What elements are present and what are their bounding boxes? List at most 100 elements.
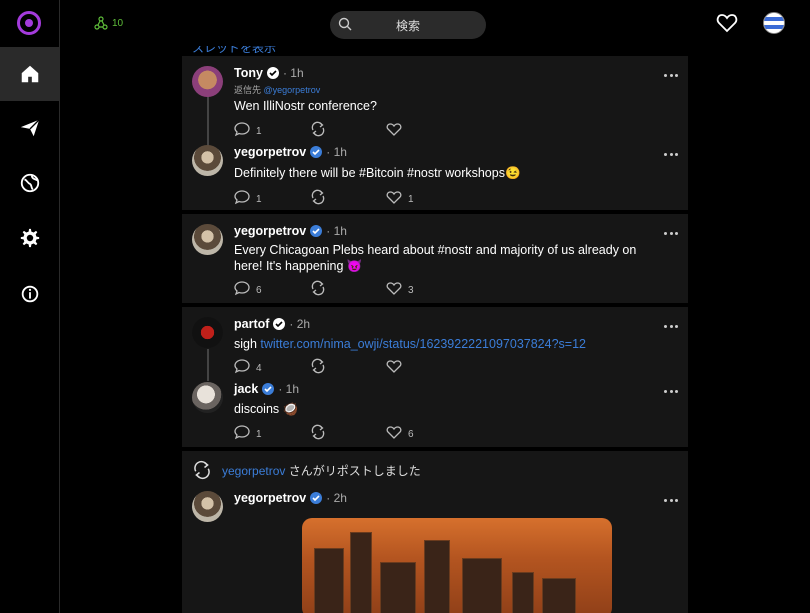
author-line: yegorpetrov · 2h [234,491,347,505]
home-nav-item[interactable] [0,47,59,101]
app-logo[interactable] [17,11,41,35]
reposter-name[interactable]: yegorpetrov [222,464,285,478]
like-button[interactable] [386,358,408,374]
more-options-icon[interactable] [664,74,678,78]
post-link[interactable]: twitter.com/nima_owji/status/16239222210… [260,337,586,351]
post-actions: 1 [234,121,434,139]
heart-icon [386,282,402,295]
verified-badge-icon [273,318,286,330]
reply-button[interactable]: 1 [234,424,262,440]
verified-badge-icon [310,492,323,504]
post-actions: 1 6 [234,424,434,442]
post-actions: 6 3 [234,280,434,298]
reply-count: 4 [256,363,262,374]
search-icon [338,17,352,31]
avatar[interactable] [192,491,223,522]
comment-icon [234,190,250,205]
author-line: jack · 1h [234,382,299,396]
like-button[interactable]: 6 [386,424,414,440]
reply-count: 1 [256,429,262,440]
settings-nav-item[interactable] [0,211,59,265]
avatar[interactable] [192,224,223,255]
like-button[interactable]: 3 [386,280,414,296]
repost-button[interactable] [310,121,326,137]
relay-network-icon [94,16,108,30]
repost-icon [311,358,325,374]
reply-button[interactable]: 1 [234,121,262,137]
comment-icon [234,281,250,296]
reply-to-user[interactable]: @yegorpetrov [264,85,321,95]
thread-card: partof · 2h sigh twitter.com/nima_owji/s… [182,307,688,447]
verified-badge-icon [262,383,275,395]
relay-count: 10 [112,17,124,29]
reply-count: 6 [256,285,262,296]
post-time: · 2h [289,317,311,331]
avatar[interactable] [192,317,223,348]
verified-badge-icon [266,67,279,79]
avatar[interactable] [192,382,223,413]
comment-icon [234,359,250,374]
search-placeholder: 検索 [395,18,420,33]
author-line: Tony · 1h [234,66,304,80]
messages-nav-item[interactable] [0,101,59,155]
more-options-icon[interactable] [664,390,678,394]
author-line: yegorpetrov · 1h [234,224,347,238]
more-options-icon[interactable] [664,232,678,236]
relay-status[interactable]: 10 [94,16,123,30]
globe-icon [20,173,39,193]
reply-to-line: 返信先 @yegorpetrov [234,83,320,96]
sidebar [0,0,60,613]
post-text: Wen IlliNostr conference? [234,99,377,113]
author-name[interactable]: Tony [234,66,263,80]
post-text: discoins 🥥 [234,402,299,416]
more-options-icon[interactable] [664,499,678,503]
reply-button[interactable]: 6 [234,280,262,296]
repost-button[interactable] [310,280,326,296]
repost-indicator: yegorpetrov さんがリポストしました [192,460,421,480]
repost-icon [311,121,325,137]
like-button[interactable] [386,121,408,137]
user-avatar[interactable] [763,12,785,34]
like-count: 1 [408,194,414,205]
repost-button[interactable] [310,358,326,374]
repost-icon [311,424,325,440]
like-count: 3 [408,285,414,296]
author-name[interactable]: yegorpetrov [234,224,306,238]
reply-count: 1 [256,126,262,137]
repost-button[interactable] [310,424,326,440]
global-nav-item[interactable] [0,156,59,210]
avatar[interactable] [192,66,223,97]
repost-icon [311,189,325,205]
verified-badge-icon [310,146,323,158]
reply-button[interactable]: 1 [234,189,262,205]
search-input[interactable]: 検索 [330,11,486,39]
home-icon [21,65,38,83]
comment-icon [234,122,250,137]
author-name[interactable]: partof [234,317,269,331]
post-card: yegorpetrov · 1h Every Chicagoan Plebs h… [182,214,688,303]
post-text-prefix: sigh [234,337,261,351]
more-options-icon[interactable] [664,153,678,157]
author-name[interactable]: yegorpetrov [234,145,306,159]
post-time: · 1h [326,145,347,159]
author-line: yegorpetrov · 1h [234,145,347,159]
more-options-icon[interactable] [664,325,678,329]
post-actions: 4 [234,358,434,376]
repost-suffix: さんがリポストしました [288,463,421,478]
about-nav-item[interactable] [0,267,59,321]
author-name[interactable]: yegorpetrov [234,491,306,505]
avatar[interactable] [192,145,223,176]
like-button[interactable]: 1 [386,189,414,205]
repost-button[interactable] [310,189,326,205]
post-time: · 2h [326,491,347,505]
repost-icon [311,280,325,296]
post-image[interactable] [302,518,612,613]
post-text: Definitely there will be #Bitcoin #nostr… [234,166,521,180]
reply-button[interactable]: 4 [234,358,262,374]
author-line: partof · 2h [234,317,310,331]
notifications-heart-icon[interactable] [716,13,738,33]
thread-card: Tony · 1h 返信先 @yegorpetrov Wen IlliNostr… [182,56,688,210]
author-name[interactable]: jack [234,382,258,396]
comment-icon [234,425,250,440]
send-icon [20,119,40,137]
